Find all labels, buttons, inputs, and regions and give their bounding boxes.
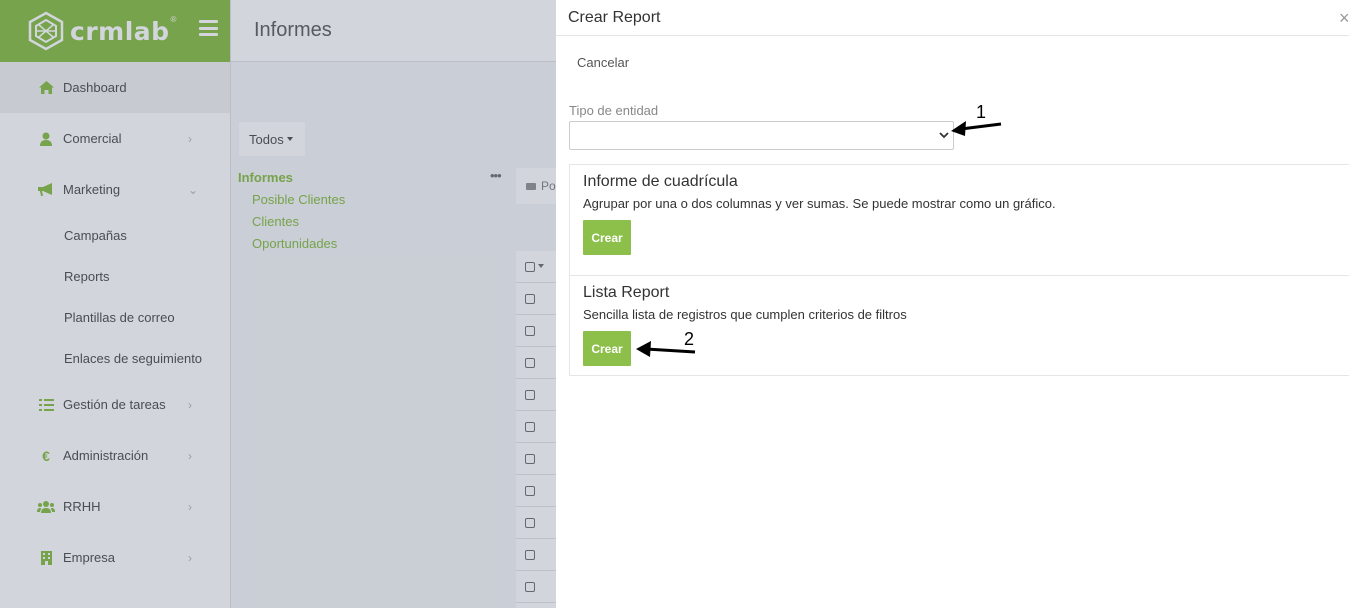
card-description: Sencilla lista de registros que cumplen … [583, 307, 907, 322]
create-report-modal: Crear Report × Cancelar Tipo de entidad … [556, 0, 1349, 608]
app-window: crmlab ® Dashboard Comercial › Marketing… [0, 0, 1349, 608]
cancel-button[interactable]: Cancelar [577, 55, 629, 70]
chevron-down-icon [939, 132, 949, 139]
entity-type-label: Tipo de entidad [569, 103, 659, 118]
create-list-report-button[interactable]: Crear [583, 331, 631, 366]
grid-report-card: Informe de cuadrícula Agrupar por una o … [569, 164, 1349, 276]
create-grid-report-button[interactable]: Crear [583, 220, 631, 255]
close-icon[interactable]: × [1339, 8, 1349, 29]
entity-type-select[interactable] [569, 121, 954, 150]
modal-title: Crear Report [568, 8, 661, 26]
list-report-card: Lista Report Sencilla lista de registros… [569, 275, 1349, 376]
modal-header: Crear Report [556, 0, 1349, 36]
card-title: Lista Report [583, 284, 670, 301]
annotation-arrow-1-icon [951, 121, 1002, 136]
modal-backdrop[interactable] [0, 0, 556, 608]
card-title: Informe de cuadrícula [583, 173, 738, 190]
annotation-arrow-2-icon [636, 341, 696, 357]
card-description: Agrupar por una o dos columnas y ver sum… [583, 196, 1056, 211]
